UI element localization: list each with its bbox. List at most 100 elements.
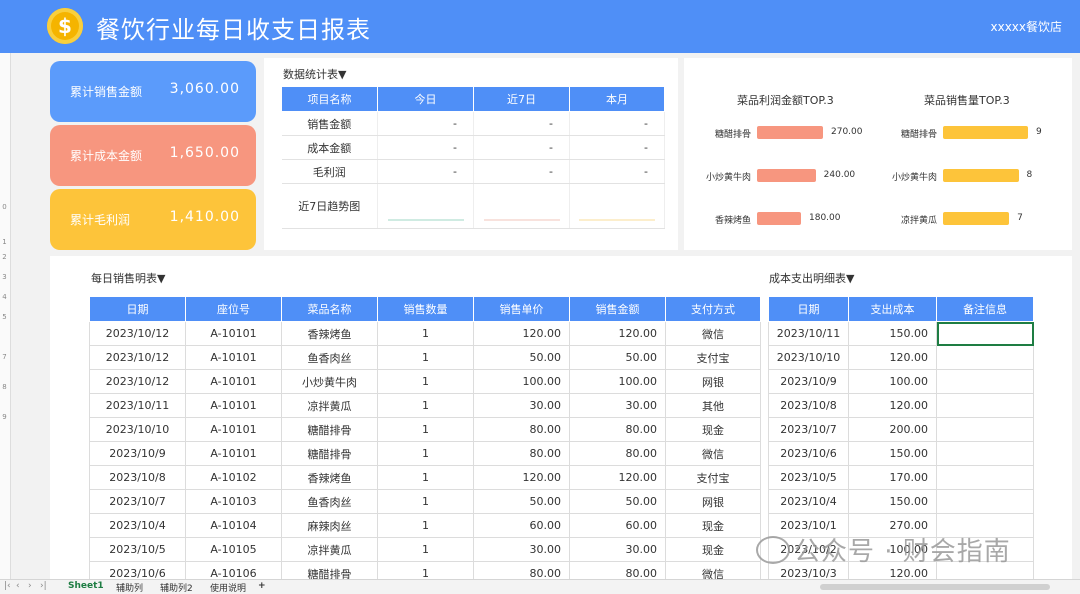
stats-cell[interactable]: - bbox=[569, 135, 665, 160]
table-cell[interactable]: 60.00 bbox=[473, 513, 570, 538]
table-cell[interactable]: 2023/10/8 bbox=[89, 465, 186, 490]
table-cell[interactable]: 微信 bbox=[665, 441, 761, 466]
table-cell[interactable]: 香辣烤鱼 bbox=[281, 465, 378, 490]
table-cell[interactable]: 1 bbox=[377, 345, 474, 370]
table-cell[interactable]: 1 bbox=[377, 465, 474, 490]
table-cell[interactable]: 2023/10/10 bbox=[89, 417, 186, 442]
table-cell[interactable]: 120.00 bbox=[569, 321, 666, 346]
table-cell[interactable]: 2023/10/12 bbox=[89, 369, 186, 394]
table-cell[interactable]: 30.00 bbox=[473, 393, 570, 418]
column-header[interactable]: 日期 bbox=[768, 296, 849, 322]
tab-helper2[interactable]: 辅助列2 bbox=[160, 581, 193, 594]
table-cell[interactable]: A-10101 bbox=[185, 321, 282, 346]
column-header[interactable]: 日期 bbox=[89, 296, 186, 322]
table-cell[interactable]: 麻辣肉丝 bbox=[281, 513, 378, 538]
table-cell[interactable]: 150.00 bbox=[848, 321, 937, 346]
table-cell[interactable]: 30.00 bbox=[473, 537, 570, 562]
table-cell[interactable] bbox=[936, 417, 1034, 442]
table-cell[interactable] bbox=[936, 489, 1034, 514]
stats-cell[interactable]: - bbox=[569, 111, 665, 136]
table-cell[interactable]: 1 bbox=[377, 369, 474, 394]
table-cell[interactable]: 1 bbox=[377, 417, 474, 442]
column-header[interactable]: 支付方式 bbox=[665, 296, 761, 322]
table-cell[interactable]: 2023/10/4 bbox=[768, 489, 849, 514]
table-cell[interactable]: A-10103 bbox=[185, 489, 282, 514]
table-cell[interactable]: 30.00 bbox=[569, 393, 666, 418]
table-cell[interactable]: 2023/10/8 bbox=[768, 393, 849, 418]
table-cell[interactable]: 120.00 bbox=[569, 465, 666, 490]
table-cell[interactable]: 100.00 bbox=[569, 369, 666, 394]
table-cell[interactable]: 80.00 bbox=[473, 417, 570, 442]
table-cell[interactable]: 1 bbox=[377, 321, 474, 346]
table-cell[interactable]: 50.00 bbox=[473, 489, 570, 514]
table-cell[interactable]: 200.00 bbox=[848, 417, 937, 442]
table-cell[interactable]: A-10101 bbox=[185, 393, 282, 418]
stats-header[interactable]: 近7日 bbox=[473, 86, 570, 112]
tab-nav-next-icon[interactable]: › bbox=[28, 581, 32, 591]
table-cell[interactable]: 网银 bbox=[665, 489, 761, 514]
column-header[interactable]: 销售金额 bbox=[569, 296, 666, 322]
tab-instructions[interactable]: 使用说明 bbox=[210, 581, 246, 594]
stats-cell[interactable]: - bbox=[473, 159, 570, 184]
stats-cell[interactable]: 销售金额 bbox=[281, 111, 378, 136]
table-cell[interactable]: 120.00 bbox=[848, 345, 937, 370]
table-cell[interactable]: 2023/10/7 bbox=[89, 489, 186, 514]
sparkline-month[interactable] bbox=[569, 183, 665, 229]
stats-cell[interactable]: - bbox=[569, 159, 665, 184]
row-header-rail[interactable]: 012 345 789 bbox=[0, 53, 11, 579]
table-cell[interactable]: 2023/10/6 bbox=[768, 441, 849, 466]
tab-nav-prev-icon[interactable]: ‹ bbox=[16, 581, 20, 591]
table-cell[interactable]: 170.00 bbox=[848, 465, 937, 490]
table-cell[interactable] bbox=[936, 441, 1034, 466]
stats-header[interactable]: 本月 bbox=[569, 86, 665, 112]
table-cell[interactable]: 现金 bbox=[665, 537, 761, 562]
table-cell[interactable]: A-10105 bbox=[185, 537, 282, 562]
trend-label[interactable]: 近7日趋势图 bbox=[281, 183, 378, 229]
add-sheet-button[interactable]: + bbox=[258, 581, 266, 591]
table-cell[interactable]: 80.00 bbox=[569, 441, 666, 466]
table-cell[interactable]: 2023/10/9 bbox=[89, 441, 186, 466]
table-cell[interactable]: 2023/10/12 bbox=[89, 345, 186, 370]
table-cell[interactable]: 现金 bbox=[665, 417, 761, 442]
table-cell[interactable]: 100.00 bbox=[848, 369, 937, 394]
table-cell[interactable]: A-10101 bbox=[185, 417, 282, 442]
table-cell[interactable]: 支付宝 bbox=[665, 345, 761, 370]
stats-cell[interactable]: - bbox=[473, 111, 570, 136]
column-header[interactable]: 备注信息 bbox=[936, 296, 1034, 322]
table-cell[interactable]: 糖醋排骨 bbox=[281, 441, 378, 466]
table-cell[interactable]: 150.00 bbox=[848, 441, 937, 466]
table-cell[interactable]: 香辣烤鱼 bbox=[281, 321, 378, 346]
table-cell[interactable]: 2023/10/12 bbox=[89, 321, 186, 346]
table-cell[interactable] bbox=[936, 369, 1034, 394]
stats-header[interactable]: 今日 bbox=[377, 86, 474, 112]
stats-cell[interactable]: 成本金额 bbox=[281, 135, 378, 160]
sparkline-7days[interactable] bbox=[473, 183, 570, 229]
table-cell[interactable]: 50.00 bbox=[473, 345, 570, 370]
column-header[interactable]: 销售数量 bbox=[377, 296, 474, 322]
table-cell[interactable] bbox=[936, 345, 1034, 370]
table-cell[interactable]: 120.00 bbox=[473, 321, 570, 346]
sparkline-today[interactable] bbox=[377, 183, 474, 229]
column-header[interactable]: 销售单价 bbox=[473, 296, 570, 322]
stats-cell[interactable]: - bbox=[473, 135, 570, 160]
tab-nav-last-icon[interactable]: ›| bbox=[40, 581, 47, 591]
table-cell[interactable]: 小炒黄牛肉 bbox=[281, 369, 378, 394]
stats-label[interactable]: 数据统计表▼ bbox=[283, 66, 346, 82]
table-cell[interactable]: 2023/10/11 bbox=[89, 393, 186, 418]
tab-nav-first-icon[interactable]: |‹ bbox=[4, 581, 11, 591]
table-cell[interactable]: 鱼香肉丝 bbox=[281, 345, 378, 370]
table-cell[interactable]: 糖醋排骨 bbox=[281, 417, 378, 442]
stats-header[interactable]: 项目名称 bbox=[281, 86, 378, 112]
table-cell[interactable]: 其他 bbox=[665, 393, 761, 418]
table-cell[interactable]: 120.00 bbox=[473, 465, 570, 490]
stats-cell[interactable]: - bbox=[377, 135, 474, 160]
table-cell[interactable]: 凉拌黄瓜 bbox=[281, 537, 378, 562]
tab-helper1[interactable]: 辅助列 bbox=[116, 581, 143, 594]
stats-cell[interactable]: 毛利润 bbox=[281, 159, 378, 184]
table-cell[interactable]: A-10101 bbox=[185, 369, 282, 394]
stats-cell[interactable]: - bbox=[377, 159, 474, 184]
table-cell[interactable]: A-10104 bbox=[185, 513, 282, 538]
table-cell[interactable]: 1 bbox=[377, 489, 474, 514]
table-cell[interactable]: 2023/10/4 bbox=[89, 513, 186, 538]
table-cell[interactable]: 2023/10/5 bbox=[768, 465, 849, 490]
